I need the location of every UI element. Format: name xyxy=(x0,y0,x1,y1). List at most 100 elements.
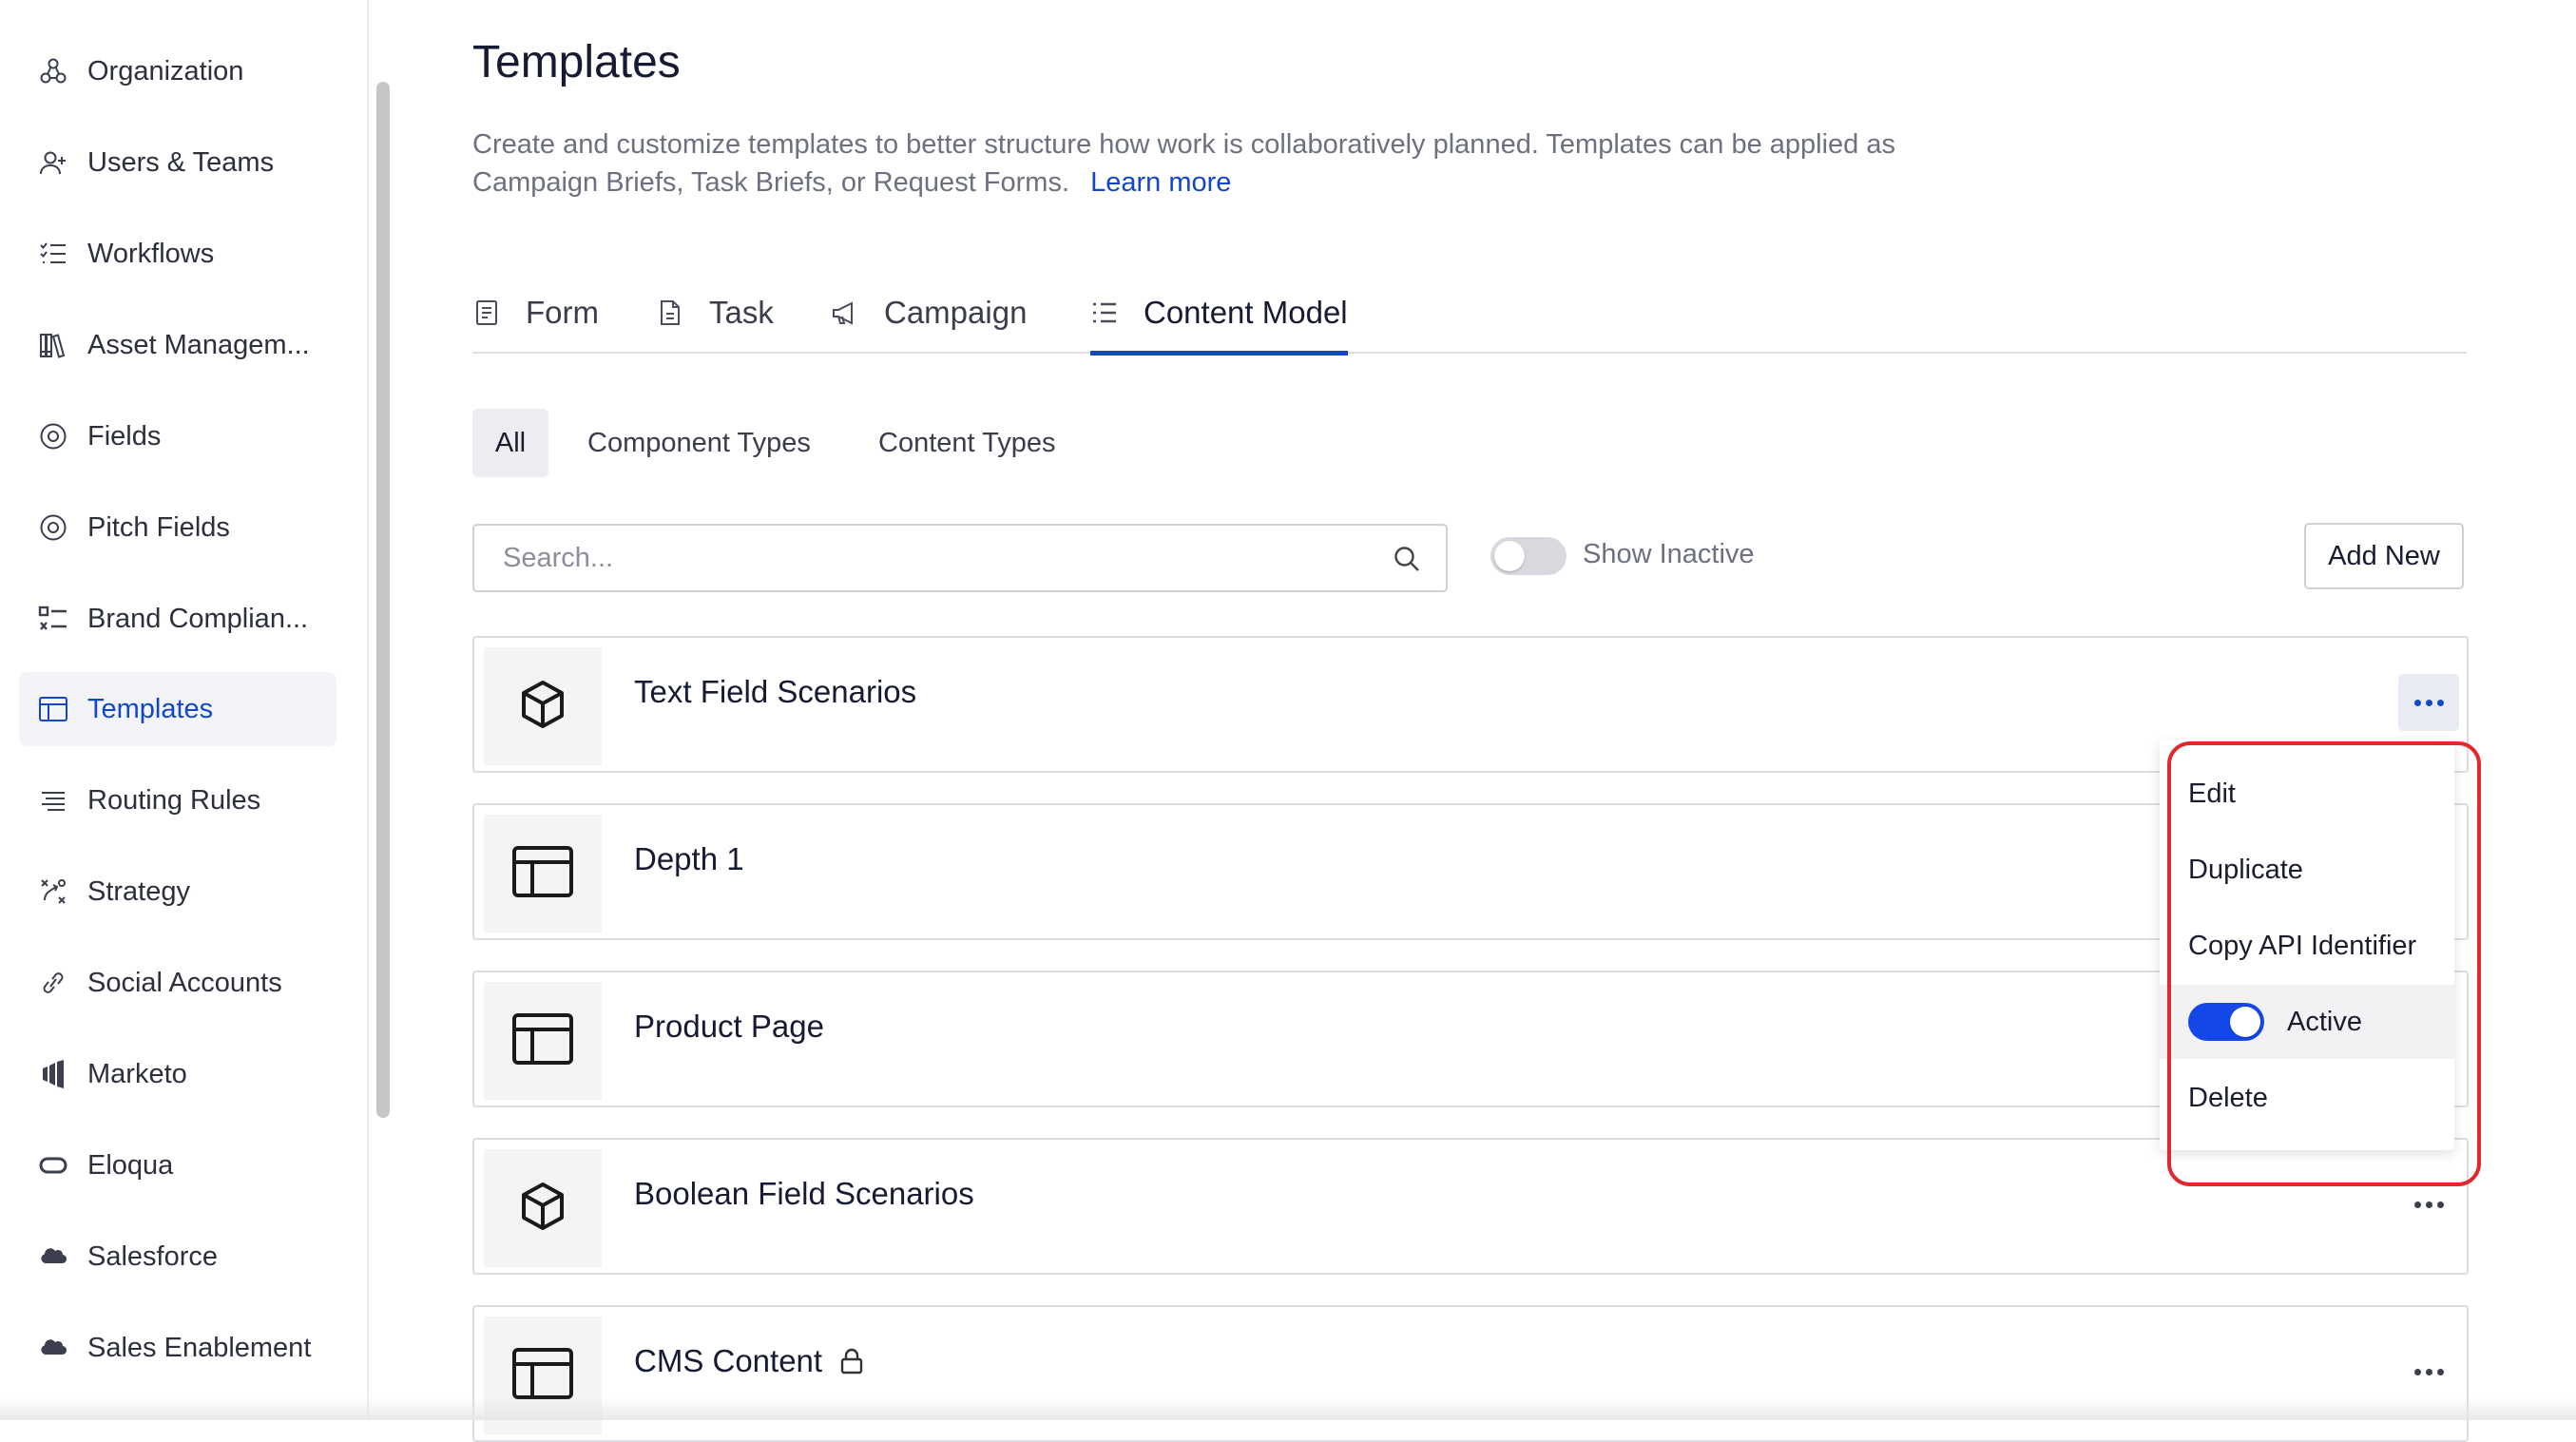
more-options-button[interactable] xyxy=(2398,1176,2459,1233)
sidebar-item-brand-compliance[interactable]: Brand Complian... xyxy=(19,582,336,656)
target-icon xyxy=(36,510,70,545)
tab-content-model[interactable]: Content Model xyxy=(1090,276,1348,356)
context-menu: Edit Duplicate Copy API Identifier Activ… xyxy=(2160,740,2454,1150)
tab-label: Form xyxy=(526,295,599,330)
sidebar-item-pitch-fields[interactable]: Pitch Fields xyxy=(19,490,336,565)
lock-icon xyxy=(839,1348,866,1375)
learn-more-link[interactable]: Learn more xyxy=(1090,167,1231,198)
sidebar-item-organization[interactable]: Organization xyxy=(19,34,336,108)
layout-icon xyxy=(511,1012,574,1070)
menu-item-edit[interactable]: Edit xyxy=(2160,757,2454,831)
sidebar-item-sales-enablement[interactable]: Sales Enablement xyxy=(19,1311,336,1385)
more-icon xyxy=(2413,1368,2444,1375)
sidebar-item-label: Users & Teams xyxy=(87,146,275,178)
sidebar-item-routing-rules[interactable]: Routing Rules xyxy=(19,763,336,837)
menu-item-label: Duplicate xyxy=(2188,854,2303,885)
menu-item-label: Edit xyxy=(2188,778,2236,809)
sidebar-item-label: Eloqua xyxy=(87,1149,174,1181)
toggle-knob xyxy=(1494,541,1525,571)
template-thumbnail xyxy=(484,1149,602,1267)
document-icon xyxy=(656,298,684,327)
sidebar-item-label: Marketo xyxy=(87,1058,187,1089)
template-thumbnail xyxy=(484,982,602,1100)
sidebar-item-fields[interactable]: Fields xyxy=(19,399,336,473)
sidebar-item-label: Salesforce xyxy=(87,1240,219,1272)
page-description: Create and customize templates to better… xyxy=(472,125,2012,202)
more-options-button[interactable] xyxy=(2398,1343,2459,1400)
eloqua-icon xyxy=(36,1148,70,1182)
target-icon xyxy=(36,419,70,453)
library-icon xyxy=(36,328,70,362)
menu-item-delete[interactable]: Delete xyxy=(2160,1061,2454,1135)
sidebar-item-label: Pitch Fields xyxy=(87,511,230,543)
template-name: Depth 1 xyxy=(634,841,744,876)
sidebar-item-salesforce[interactable]: Salesforce xyxy=(19,1220,336,1294)
template-card-boolean-field-scenarios[interactable]: Boolean Field Scenarios xyxy=(472,1138,2469,1275)
list-icon xyxy=(1090,298,1119,327)
tab-campaign[interactable]: Campaign xyxy=(831,276,1027,350)
template-thumbnail xyxy=(484,815,602,932)
menu-item-label: Copy API Identifier xyxy=(2188,930,2417,961)
template-name: Text Field Scenarios xyxy=(634,674,917,709)
menu-item-active[interactable]: Active xyxy=(2160,985,2454,1059)
sidebar-item-social-accounts[interactable]: Social Accounts xyxy=(19,946,336,1020)
search-icon[interactable] xyxy=(1393,545,1421,573)
template-name: Boolean Field Scenarios xyxy=(634,1176,974,1211)
show-inactive-toggle[interactable] xyxy=(1490,537,1567,575)
sidebar-item-templates[interactable]: Templates xyxy=(19,672,336,746)
search-box xyxy=(472,524,1448,592)
tab-form[interactable]: Form xyxy=(472,276,599,350)
routing-icon xyxy=(36,783,70,817)
strategy-icon xyxy=(36,875,70,909)
sidebar-item-label: Brand Complian... xyxy=(87,603,309,634)
sidebar-item-eloqua[interactable]: Eloqua xyxy=(19,1128,336,1202)
toggle-knob xyxy=(2230,1007,2260,1037)
organization-icon xyxy=(36,54,70,88)
brand-checklist-icon xyxy=(36,602,70,636)
sidebar-item-label: Fields xyxy=(87,420,162,452)
tab-task[interactable]: Task xyxy=(656,276,774,350)
search-input[interactable] xyxy=(501,541,1341,575)
cube-icon xyxy=(518,1181,567,1237)
template-icon xyxy=(36,692,70,726)
layout-icon xyxy=(511,1347,574,1405)
marketo-icon xyxy=(36,1057,70,1091)
template-name-row: CMS Content xyxy=(634,1343,866,1379)
sidebar-item-label: Organization xyxy=(87,55,244,87)
menu-item-label: Delete xyxy=(2188,1082,2268,1113)
sidebar-item-label: Social Accounts xyxy=(87,967,282,998)
tab-label: Content Model xyxy=(1144,295,1348,330)
page-title: Templates xyxy=(472,37,681,87)
cloud-icon xyxy=(36,1240,70,1274)
bottom-shadow xyxy=(0,1397,2576,1420)
sidebar-item-label: Strategy xyxy=(87,875,190,907)
sidebar-item-strategy[interactable]: Strategy xyxy=(19,855,336,929)
sidebar-item-users-teams[interactable]: Users & Teams xyxy=(19,125,336,200)
sidebar-item-label: Templates xyxy=(87,693,214,724)
link-icon xyxy=(36,966,70,1000)
active-toggle[interactable] xyxy=(2188,1003,2264,1041)
layout-icon xyxy=(511,845,574,903)
sidebar-item-asset-management[interactable]: Asset Managem... xyxy=(19,308,336,382)
sidebar-item-marketo[interactable]: Marketo xyxy=(19,1037,336,1111)
template-name: Product Page xyxy=(634,1009,824,1044)
template-card-cms-content[interactable]: CMS Content xyxy=(472,1305,2469,1442)
template-thumbnail xyxy=(484,647,602,765)
add-new-button[interactable]: Add New xyxy=(2304,523,2464,589)
tab-label: Campaign xyxy=(884,295,1028,330)
menu-item-duplicate[interactable]: Duplicate xyxy=(2160,833,2454,907)
filter-component-types[interactable]: Component Types xyxy=(570,409,828,477)
sidebar-item-workflows[interactable]: Workflows xyxy=(19,217,336,291)
template-name: CMS Content xyxy=(634,1343,823,1378)
menu-item-copy-api-identifier[interactable]: Copy API Identifier xyxy=(2160,909,2454,983)
sidebar-item-label: Asset Managem... xyxy=(87,329,310,360)
user-add-icon xyxy=(36,145,70,180)
filter-all[interactable]: All xyxy=(472,409,548,477)
form-icon xyxy=(472,298,501,327)
tab-label: Task xyxy=(709,295,774,330)
sidebar-item-label: Routing Rules xyxy=(87,784,261,816)
menu-item-label: Active xyxy=(2287,1006,2362,1037)
more-options-button[interactable] xyxy=(2398,674,2459,731)
sidebar-scrollbar-thumb[interactable] xyxy=(376,82,390,1118)
filter-content-types[interactable]: Content Types xyxy=(861,409,1072,477)
